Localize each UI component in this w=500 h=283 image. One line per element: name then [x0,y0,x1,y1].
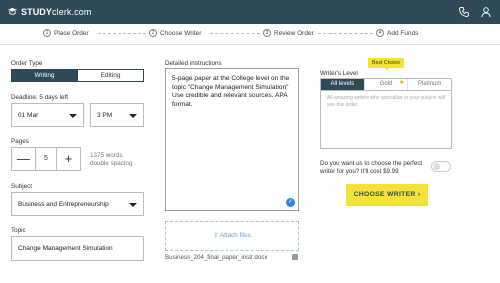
deadline-date-select[interactable]: 01 Mar [11,103,84,127]
tab-platinum[interactable]: Platinum [407,79,451,90]
pages-increment-button[interactable]: + [57,148,80,170]
step-label: Add Funds [387,29,419,37]
writer-level-tabs: All levels Gold Platinum [320,78,452,91]
remove-file-icon[interactable] [292,254,298,260]
subject-value: Business and Entrepreneurship [18,201,109,208]
perfect-writer-toggle[interactable] [431,161,451,172]
steps-divider [0,44,500,45]
deadline-time-value: 3 PM [97,112,113,119]
spacing-value: double spacing [90,160,133,167]
pages-decrement-button[interactable]: — [12,148,35,170]
star-icon: ★ [399,80,405,86]
word-count: 1375 words double spacing [90,152,132,168]
instructions-text: 5-page paper at the College level on the… [172,75,290,109]
tab-all-levels[interactable]: All levels [321,79,364,90]
step-label: Choose Writer [160,29,202,37]
perfect-writer-question: Do you want us to choose the perfect wri… [320,160,423,175]
step-connector [318,33,373,34]
order-steps: 1 Place Order 2 Choose Writer 3 Review O… [0,24,500,44]
step-choose-writer[interactable]: 2 Choose Writer [149,29,201,37]
order-type-label: Order Type [11,60,43,67]
logo[interactable]: STUDYclerk.com [7,6,91,18]
chevron-down-icon [69,114,77,118]
order-type-editing[interactable]: Editing [77,70,143,81]
paperclip-icon: ⇪ [213,232,220,239]
step-number: 2 [149,29,157,37]
writer-level-description: All amazing writers who specialize in yo… [320,91,452,149]
step-label: Place Order [54,29,89,37]
subject-select[interactable]: Business and Entrepreneurship [11,192,144,216]
step-number: 1 [43,29,51,37]
choose-writer-button[interactable]: CHOOSE WRITER › [346,184,428,206]
instructions-textarea[interactable]: 5-page paper at the College level on the… [165,68,299,211]
order-type-toggle: Writing Editing [11,69,144,82]
step-number: 3 [263,29,271,37]
chevron-down-icon [129,203,137,207]
deadline-label: Deadline: 5 days left [11,94,69,101]
step-review-order[interactable]: 3 Review Order [263,29,314,37]
topic-label: Topic [11,227,26,234]
logo-suffix: clerk.com [52,7,92,17]
pages-value[interactable]: 5 [35,148,57,170]
badge-pointer [384,67,390,70]
step-number: 4 [376,29,384,37]
word-count-value: 1375 words [90,152,123,159]
attached-file-name: Business_204_final_paper_instr.docx [165,254,268,261]
deadline-time-select[interactable]: 3 PM [90,103,144,127]
step-place-order[interactable]: 1 Place Order [43,29,89,37]
chevron-down-icon [129,114,137,118]
pages-label: Pages [11,138,29,145]
logo-icon [7,7,18,15]
user-icon[interactable] [480,6,492,18]
topic-input[interactable]: Change Management Simulation [11,236,144,261]
attach-files-button[interactable]: ⇪ Attach files [165,221,299,251]
attach-files-label: Attach files [219,232,251,239]
order-type-writing[interactable]: Writing [12,70,77,81]
top-bar: STUDYclerk.com [0,0,500,24]
step-label: Review Order [274,29,314,37]
deadline-date-value: 01 Mar [18,112,39,119]
logo-prefix: STUDY [21,7,53,17]
step-add-funds[interactable]: 4 Add Funds [376,29,418,37]
writer-level-label: Writer's Level [320,70,358,77]
instructions-label: Detailed instructions [165,60,222,67]
step-connector [210,33,260,34]
check-icon: ✓ [286,198,295,207]
step-connector [98,33,146,34]
phone-icon[interactable] [458,6,470,18]
toggle-knob [433,163,440,170]
pages-stepper: — 5 + [11,147,81,171]
subject-label: Subject [11,183,33,190]
